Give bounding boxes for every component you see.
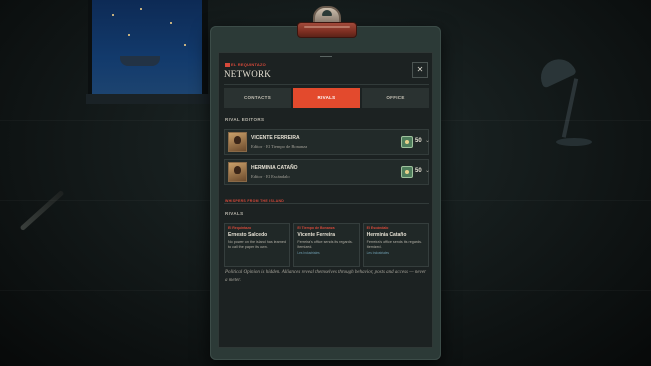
relationship-icon	[401, 166, 413, 178]
network-panel: EL REQUINTAZO NETWORK ✕ CONTACTS RIVALS …	[218, 52, 433, 348]
section-rivals: RIVALS	[225, 211, 244, 216]
section-rival-editors: RIVAL EDITORS	[225, 117, 265, 122]
editor-name: VICENTE FERREIRA	[251, 135, 300, 141]
rival-link[interactable]: Les Industriales	[367, 251, 425, 255]
rival-paper: El Tiempo de Bonanza	[297, 226, 335, 230]
tab-rivals[interactable]: RIVALS	[293, 88, 360, 108]
chevron-down-icon[interactable]: ⌄	[425, 167, 430, 174]
rival-name: Ernesto Salcedo	[228, 232, 268, 238]
footnote: Political Opinion is hidden. Alliances r…	[225, 270, 427, 283]
rival-card-list: El Requintazo Ernesto Salcedo No power o…	[224, 223, 429, 267]
rival-text: No power on the island has learned to ca…	[228, 240, 287, 249]
editor-card[interactable]: VICENTE FERREIRA Editor · El Tiempo de B…	[224, 129, 430, 155]
avatar	[228, 162, 247, 182]
background-window	[86, 0, 210, 104]
brand-text: EL REQUINTAZO	[231, 62, 266, 67]
tab-contacts[interactable]: CONTACTS	[224, 88, 291, 108]
clipboard-clip	[297, 6, 357, 40]
relationship-icon	[401, 136, 413, 148]
rival-card[interactable]: El Escándalo Herminia Cataño Ferreira's …	[362, 223, 429, 267]
chevron-down-icon[interactable]: ⌄	[425, 137, 430, 144]
close-button[interactable]: ✕	[412, 62, 428, 78]
rival-text: Ferreira's office sends its regards. Ite…	[297, 240, 353, 249]
avatar	[228, 132, 247, 152]
divider	[224, 203, 429, 204]
divider	[224, 84, 429, 85]
brand-icon	[225, 62, 230, 67]
pen-on-desk	[19, 189, 65, 232]
editor-name: HERMINIA CATAÑO	[251, 165, 298, 171]
rival-link[interactable]: Les Industriales	[297, 251, 355, 255]
editor-subtitle: Editor · El Escándalo	[251, 174, 290, 179]
relationship-value: 50	[415, 138, 422, 144]
rival-card[interactable]: El Tiempo de Bonanza Vicente Ferreira Fe…	[293, 223, 360, 267]
tab-office[interactable]: OFFICE	[362, 88, 429, 108]
rival-name: Herminia Cataño	[366, 232, 407, 238]
drag-handle[interactable]	[320, 56, 332, 57]
rival-card[interactable]: El Requintazo Ernesto Salcedo No power o…	[224, 223, 291, 267]
rival-name: Vicente Ferreira	[297, 232, 336, 238]
rival-text: Ferreira's office sends its regards. Ite…	[366, 240, 423, 249]
rival-paper: El Requintazo	[228, 226, 252, 230]
relationship-value: 50	[415, 168, 422, 174]
desk-lamp	[535, 53, 594, 150]
boat-silhouette	[120, 56, 160, 66]
editor-subtitle: Editor · El Tiempo de Bonanza	[251, 144, 308, 149]
brand-label: EL REQUINTAZO	[225, 62, 266, 67]
page-title: NETWORK	[224, 69, 272, 79]
rival-paper: El Escándalo	[366, 226, 389, 230]
editor-card[interactable]: HERMINIA CATAÑO Editor · El Escándalo 50…	[224, 159, 430, 185]
tab-bar: CONTACTS RIVALS OFFICE	[224, 88, 429, 108]
